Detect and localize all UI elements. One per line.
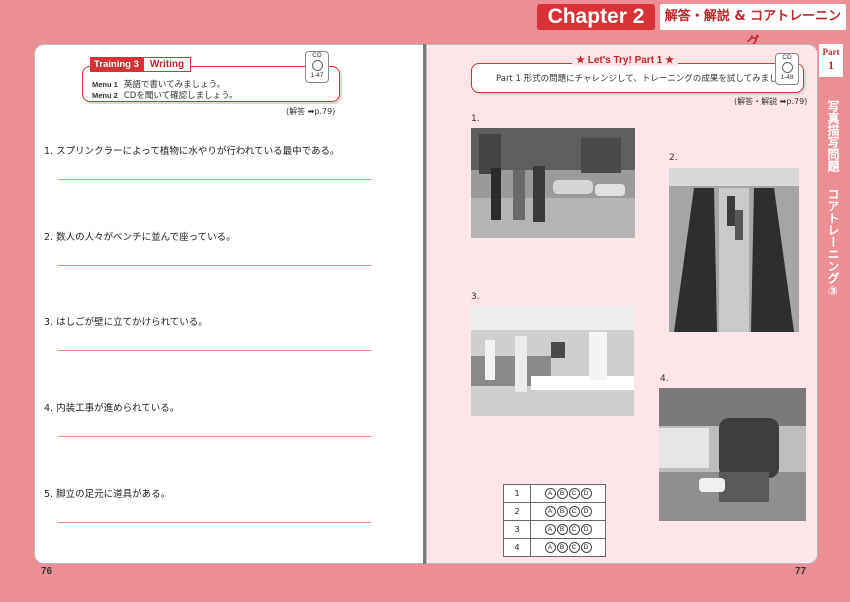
- photo-2: [669, 168, 799, 332]
- photo-4-image: [659, 388, 806, 521]
- training-badge: Training 3 Writing: [90, 57, 192, 72]
- answer-line-1[interactable]: [58, 179, 371, 180]
- question-5: 5. 脚立の足元に道具がある。: [44, 489, 171, 500]
- right-page-number: 77: [795, 566, 807, 577]
- photo-3-image: [471, 306, 634, 416]
- chapter-title: 解答・解説 & コアトレーニング: [660, 4, 846, 50]
- option-a-bubble[interactable]: A: [544, 542, 556, 553]
- photo-number-2: 2.: [669, 153, 678, 163]
- section-label: 写真描写問題: [826, 100, 840, 172]
- option-d-bubble[interactable]: D: [580, 524, 592, 535]
- option-b-bubble[interactable]: B: [556, 488, 568, 499]
- answer-options: ABCD: [530, 484, 606, 503]
- menu-1-label: Menu 1: [92, 80, 118, 89]
- option-d-bubble[interactable]: D: [580, 542, 592, 553]
- answer-line-4[interactable]: [58, 436, 371, 437]
- option-a-bubble[interactable]: A: [544, 506, 556, 517]
- book-spine: [423, 44, 426, 564]
- cd-icon[interactable]: CD 1-47: [305, 51, 329, 83]
- question-2: 2. 数人の人々がベンチに並んで座っている。: [44, 232, 236, 243]
- answer-row-number: 4: [503, 538, 531, 557]
- menu-2: Menu 2 CDを聞いて確認しましょう。: [92, 89, 238, 101]
- option-d-bubble[interactable]: D: [580, 506, 592, 517]
- photo-number-1: 1.: [471, 114, 480, 124]
- answer-sheet: 1 ABCD 2 ABCD 3 ABCD 4 ABCD: [503, 484, 606, 557]
- answer-row-number: 3: [503, 520, 531, 539]
- answer-line-5[interactable]: [58, 522, 371, 523]
- photo-number-3: 3.: [471, 292, 480, 302]
- question-1: 1. スプリンクラーによって植物に水やりが行われている最中である。: [44, 146, 340, 157]
- left-reference: (解答 ➡p.79): [286, 107, 336, 116]
- cd-disc-icon: [311, 60, 323, 72]
- answer-line-2[interactable]: [58, 265, 371, 266]
- photo-number-4: 4.: [660, 374, 669, 384]
- left-page-number: 76: [41, 566, 53, 577]
- option-c-bubble[interactable]: C: [568, 542, 580, 553]
- answer-row-number: 2: [503, 502, 531, 521]
- photo-4: [659, 388, 806, 521]
- answer-options: ABCD: [530, 520, 606, 539]
- option-a-bubble[interactable]: A: [544, 524, 556, 535]
- cd-label-right: CD: [782, 54, 792, 61]
- photo-1-image: [471, 128, 635, 238]
- chapter-label: Chapter 2: [537, 4, 655, 30]
- part-tab: Part 1: [819, 44, 843, 77]
- question-4: 4. 内装工事が進められている。: [44, 403, 180, 414]
- answer-row: 4 ABCD: [503, 538, 606, 557]
- option-a-bubble[interactable]: A: [544, 488, 556, 499]
- option-b-bubble[interactable]: B: [556, 524, 568, 535]
- answer-row: 2 ABCD: [503, 502, 606, 521]
- lets-try-title: ★ Let's Try! Part 1 ★: [572, 55, 679, 66]
- option-d-bubble[interactable]: D: [580, 488, 592, 499]
- training-badge-number: Training 3: [90, 57, 143, 72]
- question-3: 3. はしごが壁に立てかけられている。: [44, 317, 208, 328]
- cd-label: CD: [312, 52, 322, 59]
- training-badge-title: Writing: [142, 57, 192, 72]
- right-reference: (解答・解説 ➡p.79): [734, 97, 808, 106]
- lets-try-instruction: Part 1 形式の問題にチャレンジして、トレーニングの成果を試してみましょう。: [496, 74, 803, 84]
- menu-2-text: CDを聞いて確認しましょう。: [123, 91, 238, 101]
- part-word: Part: [822, 47, 840, 57]
- photo-3: [471, 306, 634, 416]
- answer-row-number: 1: [503, 484, 531, 503]
- photo-2-image: [669, 168, 799, 332]
- option-c-bubble[interactable]: C: [568, 524, 580, 535]
- cd-track-right: 1-48: [780, 74, 794, 82]
- answer-options: ABCD: [530, 538, 606, 557]
- menu-2-label: Menu 2: [92, 91, 118, 100]
- cd-disc-icon: [781, 62, 793, 74]
- answer-line-3[interactable]: [58, 350, 371, 351]
- part-number: 1: [828, 57, 834, 72]
- cd-track: 1-47: [310, 72, 324, 80]
- option-c-bubble[interactable]: C: [568, 506, 580, 517]
- cd-icon-right[interactable]: CD 1-48: [775, 53, 799, 85]
- answer-options: ABCD: [530, 502, 606, 521]
- answer-row: 1 ABCD: [503, 484, 606, 503]
- answer-row: 3 ABCD: [503, 520, 606, 539]
- option-b-bubble[interactable]: B: [556, 542, 568, 553]
- photo-1: [471, 128, 635, 238]
- option-b-bubble[interactable]: B: [556, 506, 568, 517]
- sub-section-label: コアトレーニング③: [826, 188, 840, 298]
- option-c-bubble[interactable]: C: [568, 488, 580, 499]
